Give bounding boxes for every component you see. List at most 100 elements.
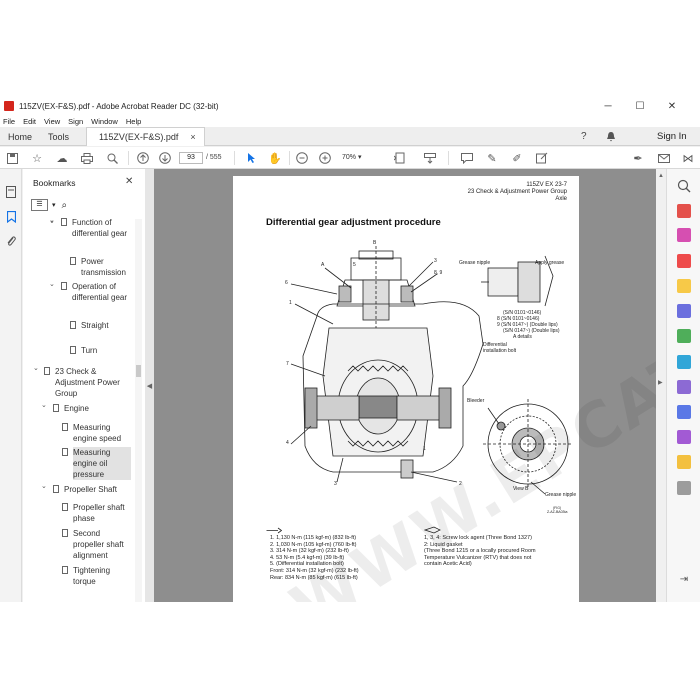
next-page-icon[interactable] — [157, 150, 173, 166]
diagram-label: A — [321, 262, 325, 268]
bookmark-item[interactable]: Function of differential gear — [61, 217, 130, 239]
options-chevron-icon[interactable]: ▾ — [52, 201, 56, 209]
scroll-up-arrow-icon[interactable]: ▲ — [658, 173, 664, 179]
bookmark-item[interactable]: Operation of differential gear — [61, 281, 130, 303]
bookmark-item[interactable]: Power transmission — [70, 256, 133, 278]
collapse-chevron-icon[interactable]: ⌄ — [49, 280, 55, 288]
save-icon[interactable] — [4, 150, 20, 166]
bookmark-item[interactable]: Propeller shaft phase — [62, 502, 131, 524]
print-icon[interactable] — [79, 150, 95, 166]
search-tool-icon[interactable] — [677, 179, 691, 193]
menu-edit[interactable]: Edit — [23, 117, 36, 126]
menu-window[interactable]: Window — [91, 117, 118, 126]
title-bar: 115ZV(EX-F&S).pdf - Adobe Acrobat Reader… — [0, 97, 700, 115]
previous-page-icon[interactable] — [135, 150, 151, 166]
search-icon[interactable] — [104, 150, 120, 166]
bookmarks-scrollbar[interactable] — [135, 219, 142, 602]
pen-sign-icon[interactable]: ✒ — [630, 150, 646, 166]
comment-icon[interactable] — [459, 150, 475, 166]
hand-tool-icon[interactable]: ✋ — [267, 150, 283, 166]
tab-tools[interactable]: Tools — [48, 127, 69, 146]
notifications-bell-icon[interactable] — [606, 127, 616, 146]
bookmark-item[interactable]: Measuring engine speed — [62, 422, 131, 444]
fill-sign-icon[interactable] — [534, 150, 550, 166]
bookmark-item[interactable]: Propeller Shaft — [53, 484, 130, 495]
right-tools-pane: ⇥ — [666, 169, 700, 602]
menu-help[interactable]: Help — [126, 117, 141, 126]
bookmark-item[interactable]: Straight — [70, 320, 133, 331]
export-pdf-icon[interactable] — [677, 204, 691, 218]
send-for-comments-icon[interactable] — [677, 455, 691, 469]
zoom-level-value: 70% — [342, 154, 357, 161]
bookmark-item[interactable]: Turn — [70, 345, 133, 356]
bookmark-item-selected[interactable]: Measuring engine oil pressure — [62, 447, 131, 480]
collapse-tools-icon[interactable]: ⇥ — [677, 574, 691, 588]
more-tools-icon[interactable] — [677, 481, 691, 495]
share-icon[interactable]: ⋈ — [680, 150, 696, 166]
collapse-chevron-icon[interactable]: ⌄ — [33, 364, 39, 372]
fill-sign-tool-icon[interactable] — [677, 380, 691, 394]
bookmark-icon — [53, 485, 59, 493]
edit-pdf-icon[interactable] — [677, 254, 691, 268]
bookmark-options-icon[interactable]: ☰ — [31, 199, 48, 211]
attachments-paperclip-icon[interactable] — [4, 234, 18, 248]
document-viewport[interactable]: 115ZV EX 23-7 23 Check & Adjustment Powe… — [154, 169, 656, 602]
bookmark-item[interactable]: Second propeller shaft alignment — [62, 528, 131, 561]
bookmarks-nav-icon[interactable] — [4, 210, 18, 224]
bookmark-icon — [61, 282, 67, 290]
menu-view[interactable]: View — [44, 117, 60, 126]
combine-files-icon[interactable] — [677, 304, 691, 318]
keyboard-tools-icon[interactable] — [422, 150, 438, 166]
bookmark-item[interactable]: Tightening torque — [62, 565, 131, 587]
figure-code: Z-AZ-BA03ta — [547, 510, 568, 514]
panel-splitter[interactable]: ◀ — [145, 169, 154, 602]
bookmark-star-icon[interactable]: ☆ — [29, 150, 45, 166]
collapse-chevron-icon[interactable]: ⌄ — [49, 217, 55, 225]
zoom-level-dropdown[interactable]: 70% ▾ — [342, 152, 372, 164]
select-cursor-icon[interactable] — [243, 150, 259, 166]
tab-home[interactable]: Home — [8, 127, 32, 146]
tab-document[interactable]: 115ZV(EX-F&S).pdf × — [86, 127, 205, 146]
comment-tool-icon[interactable] — [677, 279, 691, 293]
diagram-label: 8, 9 — [434, 270, 443, 276]
create-pdf-icon[interactable] — [677, 228, 691, 242]
menu-sign[interactable]: Sign — [68, 117, 83, 126]
zoom-in-icon[interactable] — [317, 150, 333, 166]
find-bookmark-icon[interactable]: ⌕ — [62, 200, 68, 211]
collapse-chevron-icon[interactable]: ⌄ — [41, 401, 47, 409]
upload-cloud-icon[interactable]: ☁ — [54, 150, 70, 166]
collapse-right-arrow-icon[interactable]: ▶ — [658, 379, 663, 386]
bookmark-item[interactable]: Engine — [53, 403, 130, 414]
maximize-button[interactable]: ☐ — [625, 97, 655, 115]
sign-in-link[interactable]: Sign In — [657, 127, 687, 146]
help-icon[interactable]: ? — [581, 127, 587, 146]
zoom-out-icon[interactable] — [294, 150, 310, 166]
pdf-page: 115ZV EX 23-7 23 Check & Adjustment Powe… — [233, 176, 656, 602]
bookmarks-toolbar: ☰ ▾ ⌕ — [31, 197, 67, 213]
bookmark-item[interactable]: 23 Check & Adjustment Power Group — [44, 366, 129, 399]
diagram-label: 3 — [434, 258, 437, 264]
collapse-panel-arrow-icon[interactable]: ◀ — [147, 382, 152, 390]
page-number-input[interactable]: 93 — [179, 152, 203, 164]
organize-pages-icon[interactable] — [677, 329, 691, 343]
draw-icon[interactable]: ✐ — [509, 150, 525, 166]
highlight-pen-icon[interactable]: ✎ — [484, 150, 500, 166]
close-window-button[interactable]: ✕ — [657, 97, 687, 115]
scroll-thumb[interactable] — [136, 365, 141, 377]
document-scrollbar[interactable]: ▲ ▶ — [656, 169, 666, 602]
torque-wrench-icon — [266, 527, 282, 534]
sign-tool-icon[interactable] — [677, 430, 691, 444]
collapse-chevron-icon[interactable]: ⌄ — [41, 482, 47, 490]
bookmark-icon — [62, 423, 68, 431]
page-fit-icon[interactable] — [392, 150, 408, 166]
page-thumbnails-icon[interactable] — [4, 185, 18, 199]
menu-file[interactable]: File — [3, 117, 15, 126]
tab-close-icon[interactable]: × — [190, 132, 195, 142]
protect-icon[interactable] — [677, 405, 691, 419]
close-panel-icon[interactable]: ✕ — [125, 176, 133, 187]
scan-ocr-icon[interactable] — [677, 355, 691, 369]
share-email-icon[interactable] — [656, 150, 672, 166]
window-title: 115ZV(EX-F&S).pdf - Adobe Acrobat Reader… — [19, 101, 219, 111]
minimize-button[interactable]: ─ — [593, 97, 623, 115]
bookmark-icon — [70, 257, 76, 265]
